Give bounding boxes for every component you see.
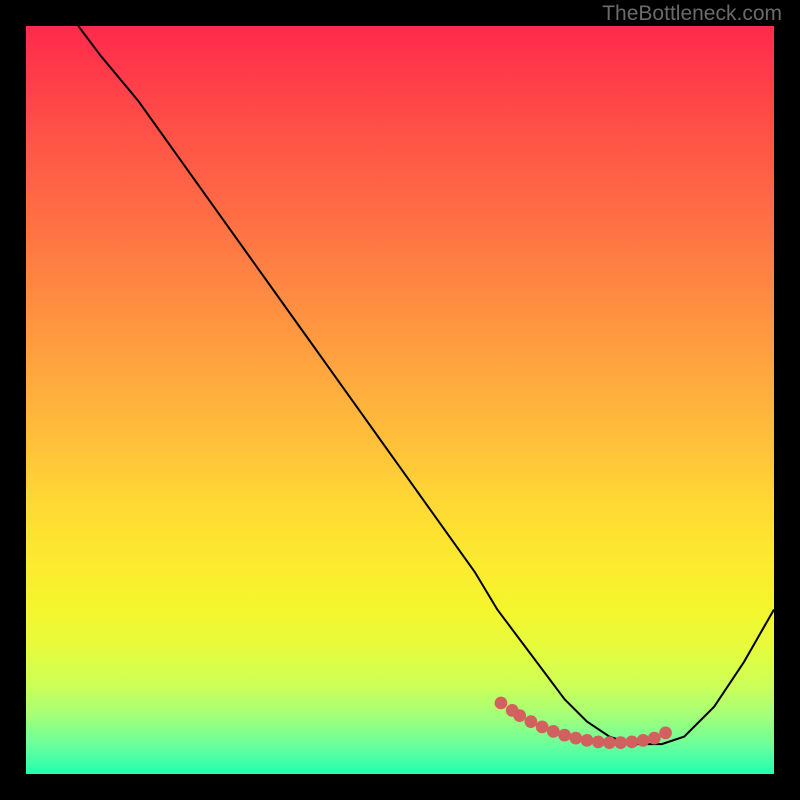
curve-line bbox=[78, 26, 774, 744]
highlight-markers bbox=[495, 697, 672, 749]
plot-area bbox=[26, 26, 774, 774]
marker-dot bbox=[495, 697, 508, 710]
marker-dot bbox=[581, 734, 594, 747]
marker-dot bbox=[626, 735, 639, 748]
marker-dot bbox=[513, 709, 526, 722]
marker-dot bbox=[648, 732, 661, 745]
watermark-text: TheBottleneck.com bbox=[602, 2, 782, 26]
marker-dot bbox=[547, 725, 560, 738]
marker-dot bbox=[569, 732, 582, 745]
marker-dot bbox=[558, 729, 571, 742]
chart-container: TheBottleneck.com bbox=[0, 0, 800, 800]
marker-dot bbox=[536, 721, 549, 734]
marker-dot bbox=[592, 735, 605, 748]
marker-dot bbox=[659, 727, 672, 740]
marker-dot bbox=[603, 736, 616, 749]
chart-svg bbox=[26, 26, 774, 774]
marker-dot bbox=[637, 734, 650, 747]
marker-dot bbox=[614, 736, 627, 749]
marker-dot bbox=[525, 715, 538, 728]
